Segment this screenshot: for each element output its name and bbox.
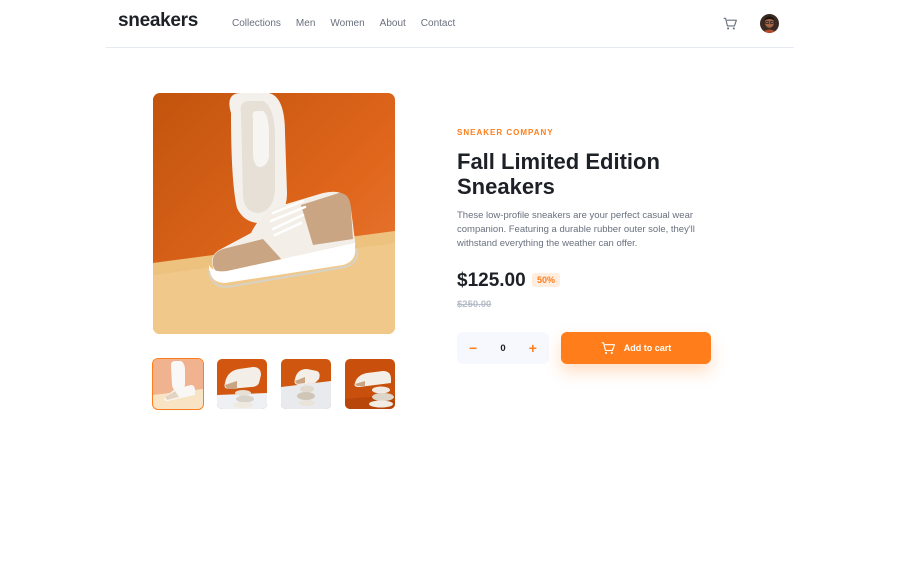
company-label: SNEAKER COMPANY [457, 128, 554, 137]
nav-contact[interactable]: Contact [421, 18, 455, 29]
nav-women[interactable]: Women [330, 18, 364, 29]
main-nav: Collections Men Women About Contact [232, 18, 455, 29]
original-price: $250.00 [457, 299, 492, 310]
thumbnail-3[interactable] [281, 359, 331, 409]
quantity-value: 0 [500, 342, 506, 354]
add-to-cart-button[interactable]: Add to cart [561, 332, 711, 364]
cart-icon [723, 17, 737, 30]
discount-badge: 50% [532, 273, 561, 287]
site-logo[interactable]: sneakers [118, 10, 198, 32]
quantity-stepper: − 0 + [457, 332, 549, 364]
thumbnail-4[interactable] [345, 359, 395, 409]
product-main-image[interactable] [153, 93, 395, 334]
add-to-cart-label: Add to cart [623, 343, 672, 353]
nav-collections[interactable]: Collections [232, 18, 281, 29]
nav-men[interactable]: Men [296, 18, 315, 29]
avatar[interactable] [760, 14, 779, 33]
current-price: $125.00 [457, 270, 526, 291]
nav-about[interactable]: About [380, 18, 406, 29]
cart-button[interactable] [723, 17, 737, 31]
decrease-quantity-button[interactable]: − [469, 341, 477, 355]
thumbnail-2[interactable] [217, 359, 267, 409]
site-header: sneakers Collections Men Women About Con… [106, 0, 794, 48]
thumbnail-list [152, 358, 395, 410]
cart-icon [601, 341, 615, 354]
increase-quantity-button[interactable]: + [529, 341, 537, 355]
product-description: These low-profile sneakers are your perf… [457, 210, 695, 249]
thumbnail-1[interactable] [152, 358, 204, 410]
product-title: Fall Limited Edition Sneakers [457, 149, 660, 199]
